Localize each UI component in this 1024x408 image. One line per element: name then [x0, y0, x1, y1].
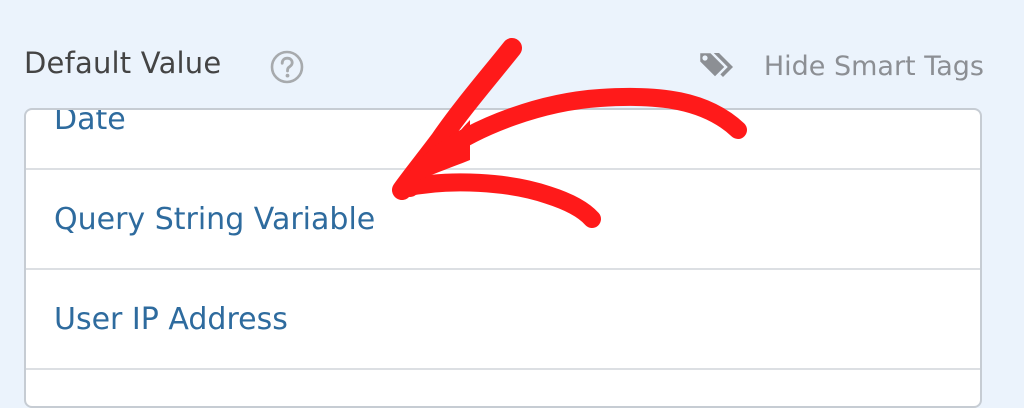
- tags-icon: [697, 50, 733, 80]
- smart-tag-user-ip-address[interactable]: User IP Address: [26, 270, 980, 370]
- smart-tag-query-string-variable[interactable]: Query String Variable: [26, 170, 980, 270]
- hide-smart-tags-button[interactable]: Hide Smart Tags: [696, 46, 984, 86]
- default-value-field-header: Default Value Hide Smart Tags: [24, 42, 984, 92]
- hide-smart-tags-label: Hide Smart Tags: [763, 50, 984, 82]
- smart-tags-list[interactable]: Date Query String Variable User IP Addre…: [24, 108, 982, 408]
- question-circle-icon[interactable]: [270, 50, 304, 84]
- field-label: Default Value: [24, 46, 222, 80]
- smart-tag-date[interactable]: Date: [26, 110, 980, 170]
